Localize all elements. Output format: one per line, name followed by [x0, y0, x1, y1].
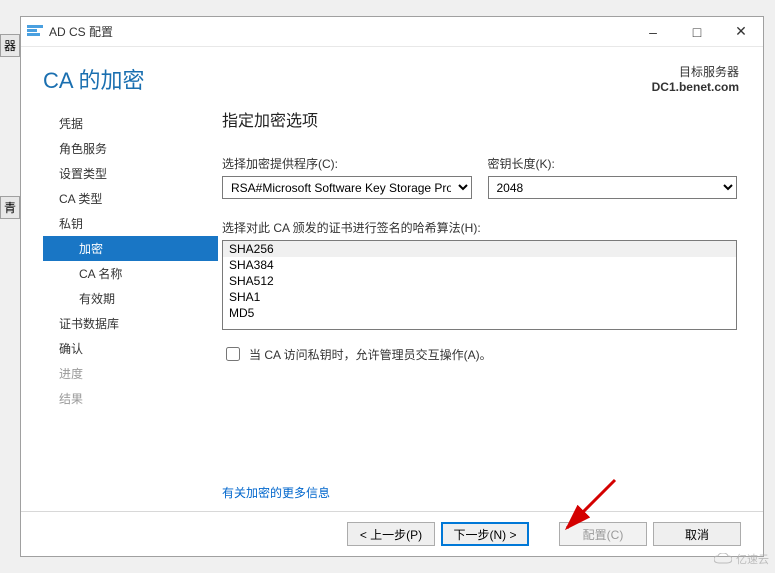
window-title: AD CS 配置: [49, 23, 631, 40]
sidebar-item-9[interactable]: 确认: [43, 336, 218, 361]
sidebar-item-2[interactable]: 设置类型: [43, 161, 218, 186]
cancel-button[interactable]: 取消: [653, 522, 741, 546]
more-info-link[interactable]: 有关加密的更多信息: [222, 484, 737, 501]
provider-col: 选择加密提供程序(C): RSA#Microsoft Software Key …: [222, 155, 472, 199]
interact-checkbox[interactable]: [226, 347, 240, 361]
provider-label: 选择加密提供程序(C):: [222, 155, 472, 172]
provider-select[interactable]: RSA#Microsoft Software Key Storage Provi…: [222, 176, 472, 199]
footer-buttons: < 上一步(P) 下一步(N) > 配置(C) 取消: [21, 511, 763, 556]
section-title: 指定加密选项: [222, 107, 737, 131]
wizard-sidebar: 凭据角色服务设置类型CA 类型私钥加密CA 名称有效期证书数据库确认进度结果: [43, 103, 218, 511]
prev-button[interactable]: < 上一步(P): [347, 522, 435, 546]
hash-item-sha384[interactable]: SHA384: [223, 257, 736, 273]
configure-button[interactable]: 配置(C): [559, 522, 647, 546]
window-controls: – □ ✕: [631, 17, 763, 47]
sidebar-item-6[interactable]: CA 名称: [43, 261, 218, 286]
titlebar[interactable]: AD CS 配置 – □ ✕: [21, 17, 763, 47]
next-button[interactable]: 下一步(N) >: [441, 522, 529, 546]
sidebar-item-8[interactable]: 证书数据库: [43, 311, 218, 336]
content-area: 凭据角色服务设置类型CA 类型私钥加密CA 名称有效期证书数据库确认进度结果 指…: [21, 99, 763, 511]
target-server-label: 目标服务器: [652, 63, 739, 80]
app-icon: [27, 25, 43, 39]
keylen-select[interactable]: 2048: [488, 176, 738, 199]
keylen-col: 密钥长度(K): 2048: [488, 155, 738, 199]
target-server-block: 目标服务器 DC1.benet.com: [652, 63, 739, 94]
close-button[interactable]: ✕: [719, 17, 763, 47]
hash-item-sha512[interactable]: SHA512: [223, 273, 736, 289]
left-edge-tab-2: 青: [0, 196, 20, 219]
sidebar-item-4[interactable]: 私钥: [43, 211, 218, 236]
hash-listbox[interactable]: SHA256SHA384SHA512SHA1MD5: [222, 240, 737, 330]
provider-keylen-row: 选择加密提供程序(C): RSA#Microsoft Software Key …: [222, 155, 737, 199]
keylen-label: 密钥长度(K):: [488, 155, 738, 172]
header-area: CA 的加密 目标服务器 DC1.benet.com: [21, 47, 763, 99]
hash-item-sha256[interactable]: SHA256: [223, 241, 736, 257]
page-title: CA 的加密: [43, 63, 652, 95]
interact-checkbox-label: 当 CA 访问私钥时，允许管理员交互操作(A)。: [249, 346, 492, 363]
hash-item-sha1[interactable]: SHA1: [223, 289, 736, 305]
hash-label: 选择对此 CA 颁发的证书进行签名的哈希算法(H):: [222, 219, 737, 236]
wizard-window: AD CS 配置 – □ ✕ CA 的加密 目标服务器 DC1.benet.co…: [20, 16, 764, 557]
maximize-button[interactable]: □: [675, 17, 719, 47]
left-edge-tab-1: 器: [0, 34, 20, 57]
sidebar-item-5[interactable]: 加密: [43, 236, 218, 261]
sidebar-item-3[interactable]: CA 类型: [43, 186, 218, 211]
sidebar-item-7[interactable]: 有效期: [43, 286, 218, 311]
main-panel: 指定加密选项 选择加密提供程序(C): RSA#Microsoft Softwa…: [218, 103, 741, 511]
sidebar-item-0[interactable]: 凭据: [43, 111, 218, 136]
target-server-value: DC1.benet.com: [652, 80, 739, 94]
minimize-button[interactable]: –: [631, 17, 675, 47]
interact-checkbox-row[interactable]: 当 CA 访问私钥时，允许管理员交互操作(A)。: [222, 344, 737, 364]
sidebar-item-11: 结果: [43, 386, 218, 411]
sidebar-item-10: 进度: [43, 361, 218, 386]
watermark: 亿速云: [714, 551, 769, 567]
hash-item-md5[interactable]: MD5: [223, 305, 736, 321]
sidebar-item-1[interactable]: 角色服务: [43, 136, 218, 161]
